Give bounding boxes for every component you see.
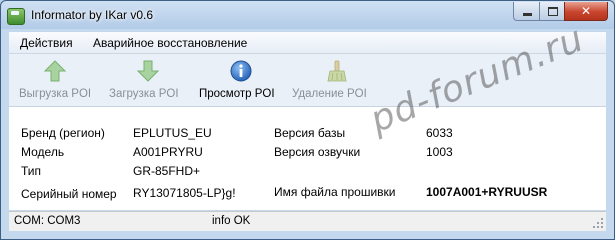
- database-version-label: Версия базы: [274, 126, 346, 140]
- arrow-up-icon: [44, 60, 66, 82]
- delete-poi-button[interactable]: Удаление POI: [292, 54, 382, 106]
- voice-version-label: Версия озвучки: [274, 145, 361, 159]
- delete-poi-label: Удаление POI: [292, 88, 367, 100]
- info-icon: [230, 60, 252, 82]
- title-bar[interactable]: Informator by IKar v0.6 ✕: [1, 1, 614, 31]
- type-value: GR-85FHD+: [133, 164, 201, 178]
- info-status: info OK: [212, 215, 251, 227]
- app-icon: [7, 8, 25, 25]
- arrow-down-icon: [137, 60, 159, 82]
- resize-grip-icon[interactable]: [593, 218, 604, 229]
- minimize-icon: [522, 12, 532, 16]
- close-button[interactable]: ✕: [564, 2, 608, 21]
- app-window: Informator by IKar v0.6 ✕ Действия Авари…: [0, 0, 615, 240]
- serial-number-label: Серийный номер: [21, 187, 117, 201]
- import-poi-button[interactable]: Загрузка POI: [109, 54, 189, 106]
- maximize-button[interactable]: [539, 2, 566, 21]
- type-label: Тип: [21, 164, 42, 178]
- export-poi-button[interactable]: Выгрузка POI: [19, 54, 99, 106]
- com-port-status: COM: COM3: [14, 215, 81, 227]
- database-version-value: 6033: [426, 126, 453, 140]
- export-poi-label: Выгрузка POI: [19, 88, 92, 100]
- minimize-button[interactable]: [513, 2, 541, 21]
- brand-label: Бренд (регион): [21, 126, 105, 140]
- window-title: Informator by IKar v0.6: [31, 8, 154, 22]
- model-value: A001PRYRU: [133, 145, 203, 159]
- menu-bar: Действия Аварийное восстановление: [9, 32, 606, 54]
- view-poi-label: Просмотр POI: [199, 88, 275, 100]
- voice-version-value: 1003: [426, 145, 453, 159]
- model-label: Модель: [21, 145, 65, 159]
- import-poi-label: Загрузка POI: [109, 88, 179, 100]
- broom-icon: [327, 60, 347, 82]
- menu-item-actions[interactable]: Действия: [20, 36, 73, 50]
- close-icon: ✕: [580, 4, 592, 18]
- serial-number-value: RY13071805-LP}g!: [133, 186, 236, 200]
- brand-value: EPLUTUS_EU: [133, 126, 212, 140]
- menu-item-emergency-recovery[interactable]: Аварийное восстановление: [93, 36, 247, 50]
- status-bar: COM: COM3 info OK: [9, 211, 606, 231]
- toolbar: Выгрузка POI Загрузка POI Просмотр POI У…: [9, 54, 606, 107]
- view-poi-button[interactable]: Просмотр POI: [199, 54, 284, 106]
- device-info-panel: Бренд (регион) EPLUTUS_EU Модель A001PRY…: [9, 107, 606, 210]
- firmware-filename-value: 1007A001+RYRUUSR: [426, 185, 548, 199]
- firmware-filename-label: Имя файла прошивки: [274, 185, 396, 199]
- maximize-icon: [547, 6, 558, 16]
